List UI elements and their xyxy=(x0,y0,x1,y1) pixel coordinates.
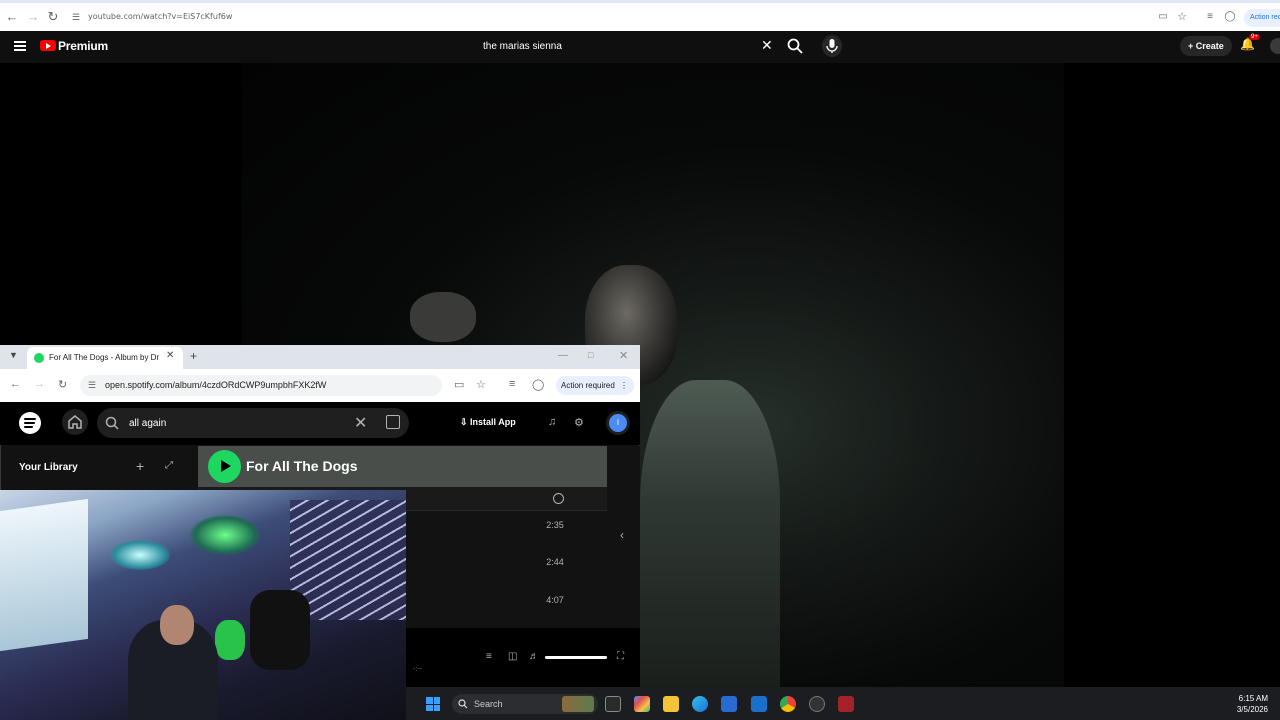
back-icon[interactable]: ← xyxy=(4,9,20,25)
account-avatar[interactable] xyxy=(1270,38,1280,54)
reload-icon[interactable]: ↻ xyxy=(58,378,67,391)
notifications-bell-icon[interactable]: ♫ xyxy=(548,416,556,428)
search-icon xyxy=(105,416,119,430)
spotify-tab-title: For All The Dogs - Album by Dr xyxy=(49,353,159,362)
minimize-window-icon[interactable]: — xyxy=(558,350,568,361)
youtube-brand-label[interactable]: Premium xyxy=(58,39,108,53)
home-icon xyxy=(68,415,82,429)
track-duration: 2:35 xyxy=(546,520,564,530)
clear-search-icon[interactable]: ✕ xyxy=(761,37,773,54)
profile-icon[interactable]: ◯ xyxy=(1222,9,1238,25)
webcam-light xyxy=(190,515,260,555)
track-duration: 2:44 xyxy=(546,557,564,567)
task-view-icon[interactable] xyxy=(605,696,621,712)
friend-activity-icon[interactable]: ⚙ xyxy=(574,416,584,429)
webcam-monitor xyxy=(0,498,88,652)
expand-library-icon[interactable]: ⤢ xyxy=(165,460,173,471)
tab-search-chevron-icon[interactable]: ▼ xyxy=(9,350,18,360)
clear-search-icon[interactable]: ✕ xyxy=(354,413,367,433)
forward-icon[interactable]: → xyxy=(25,9,41,25)
spotify-url[interactable]: open.spotify.com/album/4czdORdCWP9umpbhF… xyxy=(105,380,326,390)
elapsed-time: -:-- xyxy=(413,666,422,673)
hamburger-menu-icon[interactable] xyxy=(14,41,26,51)
chrome-icon[interactable] xyxy=(780,696,796,712)
site-info-icon[interactable]: ☰ xyxy=(68,9,84,25)
youtube-search-input[interactable]: the marias sienna xyxy=(483,41,562,52)
new-tab-icon[interactable]: + xyxy=(190,349,197,363)
webcam-plush xyxy=(215,620,245,660)
bookmark-star-icon[interactable]: ☆ xyxy=(476,378,486,391)
video-content-body xyxy=(640,380,780,687)
forward-icon[interactable]: → xyxy=(34,378,45,390)
site-info-icon[interactable]: ☰ xyxy=(88,380,96,391)
copilot-icon[interactable] xyxy=(634,696,650,712)
notification-count-badge: 9+ xyxy=(1249,34,1260,40)
install-app-label: Install App xyxy=(470,417,516,427)
volume-icon[interactable]: ♬ xyxy=(529,651,539,662)
spotify-logo-icon[interactable] xyxy=(19,412,41,434)
obs-icon[interactable] xyxy=(809,696,825,712)
create-button[interactable]: + Create xyxy=(1180,36,1232,56)
browse-icon[interactable] xyxy=(386,415,400,429)
edge-icon[interactable] xyxy=(692,696,708,712)
now-playing-rail xyxy=(613,446,640,628)
more-menu-icon[interactable]: ⋮ xyxy=(620,376,628,395)
install-icon[interactable]: ▭ xyxy=(454,378,464,391)
widgets-icon[interactable] xyxy=(562,696,594,712)
profile-icon[interactable]: ◯ xyxy=(532,378,544,391)
plus-icon: + xyxy=(1188,41,1196,51)
spotify-search-input[interactable]: all again xyxy=(129,418,166,429)
home-button[interactable] xyxy=(62,409,88,435)
install-app-button[interactable]: ⇩ Install App xyxy=(460,417,516,428)
file-explorer-icon[interactable] xyxy=(663,696,679,712)
create-playlist-icon[interactable]: + xyxy=(136,458,144,474)
windows-start-icon[interactable] xyxy=(426,697,440,711)
chevron-left-icon[interactable]: ‹ xyxy=(620,528,624,542)
webcam-light xyxy=(110,540,170,570)
duration-clock-icon xyxy=(553,493,564,504)
action-required-button[interactable]: Action required ⋮ xyxy=(556,376,634,395)
maximize-window-icon[interactable]: □ xyxy=(588,350,593,360)
webcam-streamer-head xyxy=(160,605,194,645)
queue-icon[interactable]: ≡ xyxy=(486,651,492,662)
search-icon xyxy=(458,699,468,709)
back-icon[interactable]: ← xyxy=(10,378,21,390)
your-library-title[interactable]: Your Library xyxy=(19,462,78,473)
reading-list-icon[interactable]: ≡ xyxy=(509,378,515,390)
browser-toolbar: ← → ↻ ☰ youtube.com/watch?v=EiS7cKfuf6w … xyxy=(0,0,1280,31)
fullscreen-icon[interactable]: ⛶ xyxy=(617,651,624,662)
action-required-button[interactable]: Action requ xyxy=(1244,9,1280,27)
album-title: For All The Dogs xyxy=(246,458,358,474)
create-label: Create xyxy=(1195,41,1224,51)
volume-level xyxy=(545,656,607,659)
search-icon[interactable] xyxy=(786,37,804,55)
play-button[interactable] xyxy=(208,450,241,483)
track-duration: 4:07 xyxy=(546,595,564,605)
video-content-hand xyxy=(410,292,476,342)
taskbar-clock-time[interactable]: 6:15 AM xyxy=(1236,694,1268,703)
user-avatar[interactable]: I xyxy=(606,411,630,435)
outlook-icon[interactable] xyxy=(751,696,767,712)
connect-device-icon[interactable]: ◫ xyxy=(508,651,517,662)
bookmark-star-icon[interactable]: ☆ xyxy=(1174,9,1190,25)
action-required-label: Action required xyxy=(561,381,615,390)
microphone-icon[interactable] xyxy=(822,35,842,57)
address-bar[interactable]: youtube.com/watch?v=EiS7cKfuf6w xyxy=(88,12,232,21)
close-window-icon[interactable]: ✕ xyxy=(619,349,628,362)
reload-icon[interactable]: ↻ xyxy=(45,9,61,25)
taskbar-clock-date[interactable]: 3/5/2026 xyxy=(1232,705,1268,714)
taskbar-search-placeholder[interactable]: Search xyxy=(474,699,503,709)
install-icon[interactable]: ▭ xyxy=(1155,9,1171,25)
download-icon: ⇩ xyxy=(460,417,471,427)
store-icon[interactable] xyxy=(721,696,737,712)
youtube-header: Premium the marias sienna ✕ + Create 🔔 9… xyxy=(0,31,1280,63)
webcam-chair xyxy=(250,590,310,670)
voicemod-icon[interactable] xyxy=(838,696,854,712)
reading-list-icon[interactable]: ≡ xyxy=(1202,9,1218,25)
close-tab-icon[interactable]: ✕ xyxy=(166,350,174,361)
youtube-logo-icon[interactable] xyxy=(40,40,56,51)
spotify-favicon-icon xyxy=(34,353,44,363)
